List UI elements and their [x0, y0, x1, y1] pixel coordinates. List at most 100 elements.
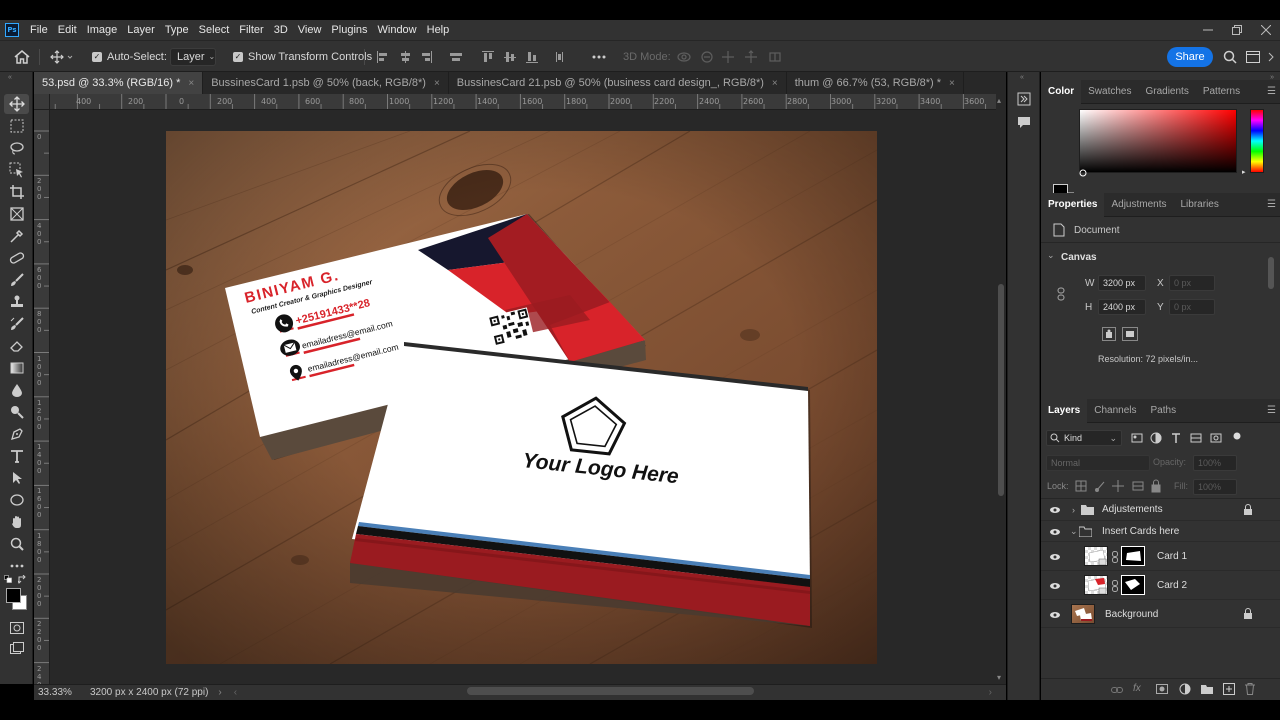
swap-colors-icon[interactable]: [18, 575, 27, 584]
healing-brush-tool-icon[interactable]: [4, 248, 29, 268]
more-options-icon[interactable]: [592, 41, 606, 72]
edit-toolbar-icon[interactable]: [4, 556, 29, 576]
panel-menu-icon[interactable]: ☰: [1267, 199, 1276, 210]
hue-slider-handle-icon[interactable]: ▸: [1242, 168, 1246, 176]
layer-thumbnail[interactable]: [1084, 546, 1108, 566]
tab-channels[interactable]: Channels: [1087, 399, 1143, 423]
canvas-y-input[interactable]: 0 px: [1169, 299, 1215, 315]
workspace-icon[interactable]: [1246, 41, 1260, 72]
menu-file[interactable]: File: [25, 24, 53, 36]
default-colors-icon[interactable]: [4, 575, 12, 583]
layer-filter-dropdown[interactable]: Kind ⌄: [1046, 430, 1122, 446]
menu-type[interactable]: Type: [160, 24, 194, 36]
link-dimensions-icon[interactable]: [1057, 287, 1065, 301]
lock-options-icons[interactable]: [1075, 479, 1165, 493]
mask-link-icon[interactable]: [1112, 580, 1118, 592]
menu-filter[interactable]: Filter: [234, 24, 268, 36]
fx-icon[interactable]: fx: [1133, 683, 1141, 694]
add-mask-icon[interactable]: [1156, 684, 1168, 694]
menu-edit[interactable]: Edit: [53, 24, 82, 36]
zoom-level[interactable]: 33.33%: [38, 687, 84, 698]
adjustment-layer-icon[interactable]: [1179, 683, 1191, 695]
tab-53-psd[interactable]: 53.psd @ 33.3% (RGB/16) * ×: [34, 72, 204, 94]
visibility-eye-icon[interactable]: [1049, 551, 1061, 563]
menu-3d[interactable]: 3D: [269, 24, 293, 36]
gradient-tool-icon[interactable]: [4, 358, 29, 378]
menu-help[interactable]: Help: [422, 24, 455, 36]
hand-tool-icon[interactable]: [4, 512, 29, 532]
menu-window[interactable]: Window: [373, 24, 422, 36]
close-icon[interactable]: [1251, 20, 1280, 40]
menu-select[interactable]: Select: [194, 24, 235, 36]
eyedropper-tool-icon[interactable]: [4, 226, 29, 246]
link-layers-icon[interactable]: [1111, 685, 1123, 695]
auto-select-checkbox[interactable]: ✓ Auto-Select:: [92, 41, 167, 72]
auto-select-target-dropdown[interactable]: Layer ⌄: [170, 47, 216, 66]
tab-patterns[interactable]: Patterns: [1196, 80, 1247, 104]
search-icon[interactable]: [1223, 41, 1237, 72]
mask-link-icon[interactable]: [1112, 551, 1118, 563]
object-selection-tool-icon[interactable]: [4, 160, 29, 180]
portrait-orientation-icon[interactable]: [1102, 327, 1116, 341]
chevron-down-icon[interactable]: ⌄: [1047, 250, 1055, 261]
tab-layers[interactable]: Layers: [1041, 398, 1088, 423]
layer-name[interactable]: Adjustements: [1102, 504, 1163, 515]
layer-name[interactable]: Card 1: [1157, 551, 1187, 562]
horizontal-scrollbar-thumb[interactable]: [467, 687, 754, 695]
minimize-icon[interactable]: [1193, 20, 1222, 40]
layer-name[interactable]: Insert Cards here: [1102, 526, 1179, 537]
visibility-eye-icon[interactable]: [1049, 504, 1061, 516]
fill-input[interactable]: 100%: [1193, 479, 1237, 495]
layer-row-adjustements[interactable]: › Adjustements: [1041, 499, 1280, 521]
history-panel-icon[interactable]: [1016, 91, 1032, 107]
scroll-down-icon[interactable]: ▾: [997, 673, 1001, 682]
close-tab-icon[interactable]: ×: [949, 78, 955, 89]
canvas-section-title[interactable]: Canvas: [1061, 252, 1097, 263]
tab-gradients[interactable]: Gradients: [1138, 80, 1195, 104]
clone-stamp-tool-icon[interactable]: [4, 292, 29, 312]
chevron-down-icon[interactable]: ⌄: [1070, 526, 1078, 537]
comments-panel-icon[interactable]: [1016, 115, 1032, 131]
eraser-tool-icon[interactable]: [4, 336, 29, 356]
canvas-x-input[interactable]: 0 px: [1169, 275, 1215, 291]
lasso-tool-icon[interactable]: [4, 138, 29, 158]
quick-mask-icon[interactable]: [4, 618, 29, 638]
collapse-arrows-icon[interactable]: «: [8, 74, 12, 81]
scroll-right-icon[interactable]: ›: [989, 687, 992, 698]
chevron-right-icon[interactable]: [1268, 41, 1276, 72]
layer-row-card-2[interactable]: Card 2: [1041, 572, 1280, 600]
move-tool-icon[interactable]: [4, 94, 29, 114]
marquee-tool-icon[interactable]: [4, 116, 29, 136]
tab-swatches[interactable]: Swatches: [1081, 80, 1138, 104]
pen-tool-icon[interactable]: [4, 424, 29, 444]
color-picker-field[interactable]: [1079, 109, 1237, 173]
dodge-tool-icon[interactable]: [4, 402, 29, 422]
trash-icon[interactable]: [1245, 683, 1255, 695]
layer-thumbnail[interactable]: [1071, 604, 1095, 624]
new-group-icon[interactable]: [1201, 684, 1213, 694]
tab-bussinescard-21[interactable]: BussinesCard 21.psb @ 50% (business card…: [449, 72, 787, 94]
frame-tool-icon[interactable]: [4, 204, 29, 224]
panel-menu-icon[interactable]: ☰: [1267, 86, 1276, 97]
new-layer-icon[interactable]: [1223, 683, 1235, 695]
menu-plugins[interactable]: Plugins: [326, 24, 372, 36]
close-tab-icon[interactable]: ×: [188, 78, 194, 89]
path-selection-tool-icon[interactable]: [4, 468, 29, 488]
close-tab-icon[interactable]: ×: [434, 78, 440, 89]
layer-row-background[interactable]: Background: [1041, 601, 1280, 628]
menu-image[interactable]: Image: [82, 24, 123, 36]
status-info-arrow-icon[interactable]: ›: [218, 687, 221, 698]
visibility-eye-icon[interactable]: [1049, 526, 1061, 538]
brush-tool-icon[interactable]: [4, 270, 29, 290]
hue-slider[interactable]: [1250, 109, 1264, 173]
tab-thum[interactable]: thum @ 66.7% (53, RGB/8*) * ×: [787, 72, 964, 94]
landscape-orientation-icon[interactable]: [1122, 327, 1138, 341]
tab-adjustments[interactable]: Adjustments: [1104, 193, 1173, 217]
ruler-origin[interactable]: [34, 94, 50, 110]
expand-arrows-icon[interactable]: «: [1020, 74, 1024, 81]
foreground-color-swatch[interactable]: [6, 588, 21, 603]
horizontal-ruler[interactable]: 400 200 0 200 400 600 800 1000 1200 1400…: [50, 94, 996, 110]
tab-libraries[interactable]: Libraries: [1174, 193, 1226, 217]
home-icon[interactable]: [14, 41, 30, 72]
layer-name[interactable]: Background: [1105, 609, 1158, 620]
